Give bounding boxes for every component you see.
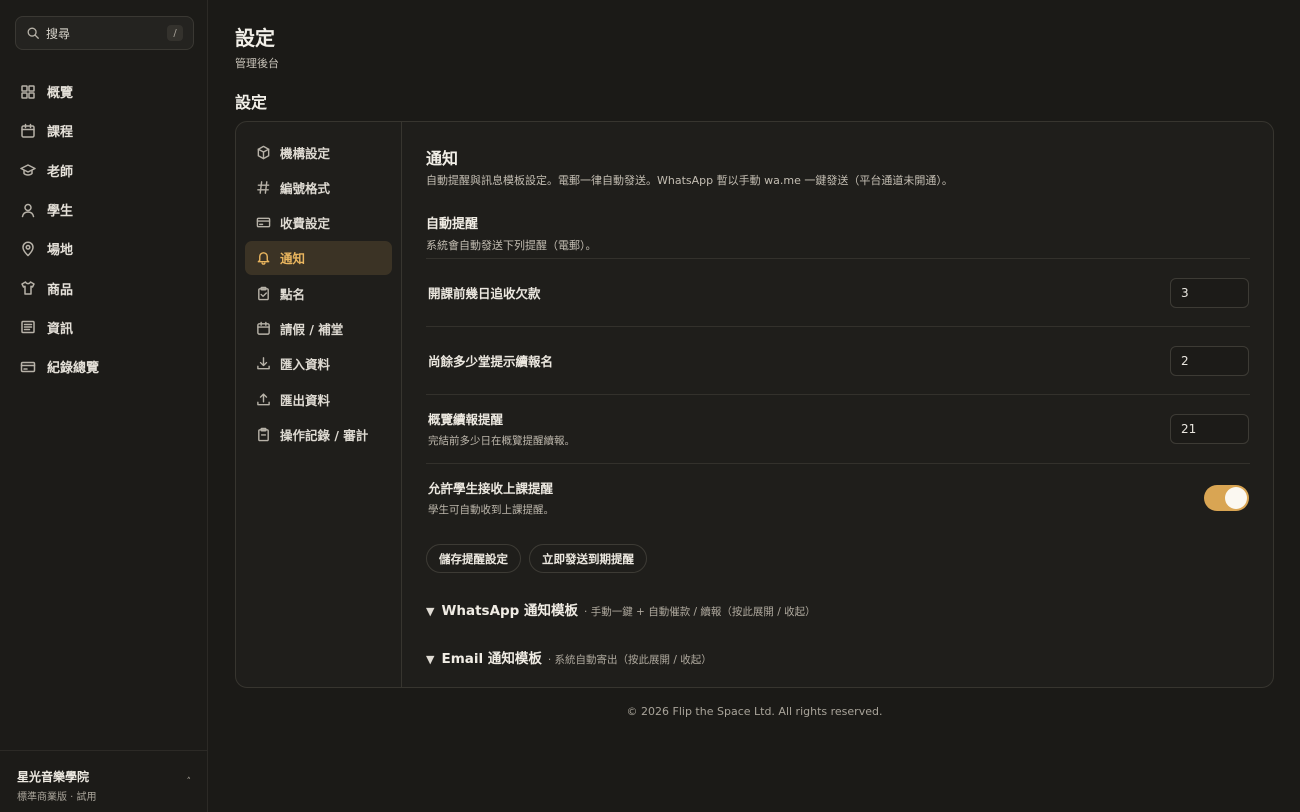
- graduation-cap-icon: [20, 164, 36, 176]
- settings-nav-label: 操作記錄 / 審計: [280, 427, 369, 443]
- expander-hint: · 系統自動寄出（按此展開 / 收起）: [547, 654, 712, 666]
- expander-hint: · 手動一鍵 + 自動催款 / 續報（按此展開 / 收起）: [584, 606, 816, 618]
- search-input[interactable]: 搜尋: [46, 25, 167, 42]
- page-subtitle: 管理後台: [235, 57, 279, 70]
- map-pin-icon: [22, 241, 34, 257]
- sidebar: 搜尋 / 概覽 課程 老師 學生 場地 商品 資訊 紀錄總覽 星光音樂學院 標準…: [0, 0, 208, 812]
- email-templates-expander[interactable]: ▼ Email 通知模板 · 系統自動寄出（按此展開 / 收起）: [426, 647, 712, 667]
- save-reminders-button[interactable]: 儲存提醒設定: [426, 544, 521, 573]
- sidebar-item-label: 商品: [47, 282, 74, 298]
- settings-nav-label: 請假 / 補堂: [280, 321, 344, 337]
- org-switcher[interactable]: 星光音樂學院 標準商業版 · 試用 ˄: [0, 750, 208, 812]
- auto-reminders-title: 自動提醒: [426, 217, 479, 232]
- sidebar-item-label: 場地: [47, 243, 74, 259]
- student-reminders-toggle[interactable]: [1204, 484, 1249, 511]
- sidebar-item-label: 資訊: [47, 321, 74, 337]
- settings-nav-organization[interactable]: 機構設定: [245, 135, 392, 169]
- panel-title: 通知: [426, 149, 459, 168]
- user-icon: [21, 203, 35, 217]
- clipboard-check-icon: [258, 286, 269, 300]
- bell-icon: [257, 252, 270, 266]
- notifications-panel: 通知 自動提醒與訊息模板設定。電郵一律自動發送。WhatsApp 暫以手動 wa…: [426, 122, 1250, 687]
- sidebar-item-info[interactable]: 資訊: [20, 308, 190, 347]
- settings-nav-label: 匯出資料: [280, 392, 331, 408]
- newspaper-icon: [21, 321, 35, 334]
- remaining-lessons-input[interactable]: [1170, 345, 1249, 376]
- settings-nav: 機構設定 編號格式 收費設定 通知 點名 請假 / 補堂 匯入資料 匯出資料 操…: [236, 122, 402, 687]
- org-plan: 標準商業版 · 試用: [17, 792, 97, 803]
- expander-title: WhatsApp 通知模板: [441, 603, 579, 619]
- settings-nav-import[interactable]: 匯入資料: [245, 347, 392, 381]
- settings-nav-notifications[interactable]: 通知: [245, 240, 392, 275]
- settings-nav-label: 編號格式: [280, 180, 331, 196]
- settings-nav-label: 通知: [280, 251, 306, 267]
- page-title: 設定: [235, 26, 275, 50]
- send-due-reminders-button[interactable]: 立即發送到期提醒: [529, 544, 647, 573]
- settings-card: 機構設定 編號格式 收費設定 通知 點名 請假 / 補堂 匯入資料 匯出資料 操…: [235, 121, 1274, 688]
- search-shortcut-badge: /: [167, 25, 183, 41]
- triangle-down-icon: ▼: [426, 605, 435, 618]
- sidebar-item-overview[interactable]: 概覽: [20, 72, 190, 111]
- sidebar-item-label: 紀錄總覽: [47, 361, 100, 377]
- action-buttons: 儲存提醒設定 立即發送到期提醒: [426, 544, 647, 573]
- settings-nav-audit[interactable]: 操作記錄 / 審計: [245, 417, 392, 451]
- shirt-icon: [21, 281, 35, 295]
- setting-row-renewal-reminder: 概覽續報提醒 完結前多少日在概覽提醒續報。: [426, 394, 1250, 462]
- section-title: 設定: [235, 93, 268, 112]
- settings-nav-label: 收費設定: [280, 216, 331, 232]
- sidebar-item-venues[interactable]: 場地: [20, 229, 190, 268]
- setting-label: 開課前幾日追收欠款: [428, 286, 541, 301]
- settings-nav-numbering[interactable]: 編號格式: [245, 170, 392, 204]
- setting-label: 概覽續報提醒: [428, 412, 504, 427]
- box-icon: [257, 145, 270, 159]
- calendar-icon: [21, 123, 35, 138]
- settings-nav-billing[interactable]: 收費設定: [245, 206, 392, 240]
- sidebar-item-teachers[interactable]: 老師: [20, 151, 190, 190]
- search-icon: [27, 27, 39, 39]
- triangle-down-icon: ▼: [426, 653, 435, 666]
- setting-row-remaining-lessons: 尚餘多少堂提示續報名: [426, 326, 1250, 394]
- settings-nav-label: 點名: [280, 286, 306, 302]
- renewal-days-input[interactable]: [1170, 413, 1249, 444]
- sidebar-item-courses[interactable]: 課程: [20, 111, 190, 150]
- toggle-knob: [1225, 486, 1247, 509]
- sidebar-item-records[interactable]: 紀錄總覽: [20, 347, 190, 386]
- hash-icon: [257, 180, 270, 194]
- settings-nav-label: 匯入資料: [280, 357, 331, 373]
- setting-row-student-reminders: 允許學生接收上課提醒 學生可自動收到上課提醒。: [426, 463, 1250, 531]
- setting-hint: 學生可自動收到上課提醒。: [428, 504, 554, 516]
- org-name: 星光音樂學院: [17, 770, 90, 784]
- sidebar-item-label: 課程: [47, 125, 74, 141]
- chevron-up-icon: ˄: [186, 777, 192, 787]
- sidebar-item-label: 學生: [47, 204, 74, 220]
- setting-label: 尚餘多少堂提示續報名: [428, 354, 554, 369]
- sidebar-item-students[interactable]: 學生: [20, 190, 190, 229]
- credit-card-icon: [256, 217, 271, 228]
- settings-nav-export[interactable]: 匯出資料: [245, 382, 392, 416]
- setting-hint: 完結前多少日在概覽提醒續報。: [428, 435, 575, 447]
- settings-nav-leave[interactable]: 請假 / 補堂: [245, 311, 392, 345]
- search-box[interactable]: 搜尋 /: [15, 16, 194, 50]
- overdue-days-input[interactable]: [1170, 277, 1249, 308]
- whatsapp-templates-expander[interactable]: ▼ WhatsApp 通知模板 · 手動一鍵 + 自動催款 / 續報（按此展開 …: [426, 599, 816, 619]
- download-icon: [257, 357, 270, 370]
- sidebar-item-label: 老師: [47, 164, 74, 180]
- sidebar-item-label: 概覽: [47, 86, 74, 102]
- footer: © 2026 Flip the Space Ltd. All rights re…: [626, 705, 883, 718]
- expander-title: Email 通知模板: [441, 651, 542, 667]
- setting-row-overdue-days: 開課前幾日追收欠款: [426, 258, 1250, 326]
- sidebar-item-products[interactable]: 商品: [20, 268, 190, 307]
- main-nav: 概覽 課程 老師 學生 場地 商品 資訊 紀錄總覽: [20, 72, 190, 386]
- clipboard-icon: [258, 427, 269, 442]
- grid-icon: [21, 84, 35, 99]
- credit-card-icon: [20, 361, 36, 372]
- setting-label: 允許學生接收上課提醒: [428, 481, 554, 496]
- auto-reminders-description: 系統會自動發送下列提醒（電郵）。: [426, 239, 597, 252]
- settings-nav-attendance[interactable]: 點名: [245, 276, 392, 310]
- panel-description: 自動提醒與訊息模板設定。電郵一律自動發送。WhatsApp 暫以手動 wa.me…: [426, 174, 953, 187]
- settings-nav-label: 機構設定: [280, 145, 331, 161]
- calendar-icon: [257, 321, 270, 335]
- upload-icon: [257, 393, 270, 405]
